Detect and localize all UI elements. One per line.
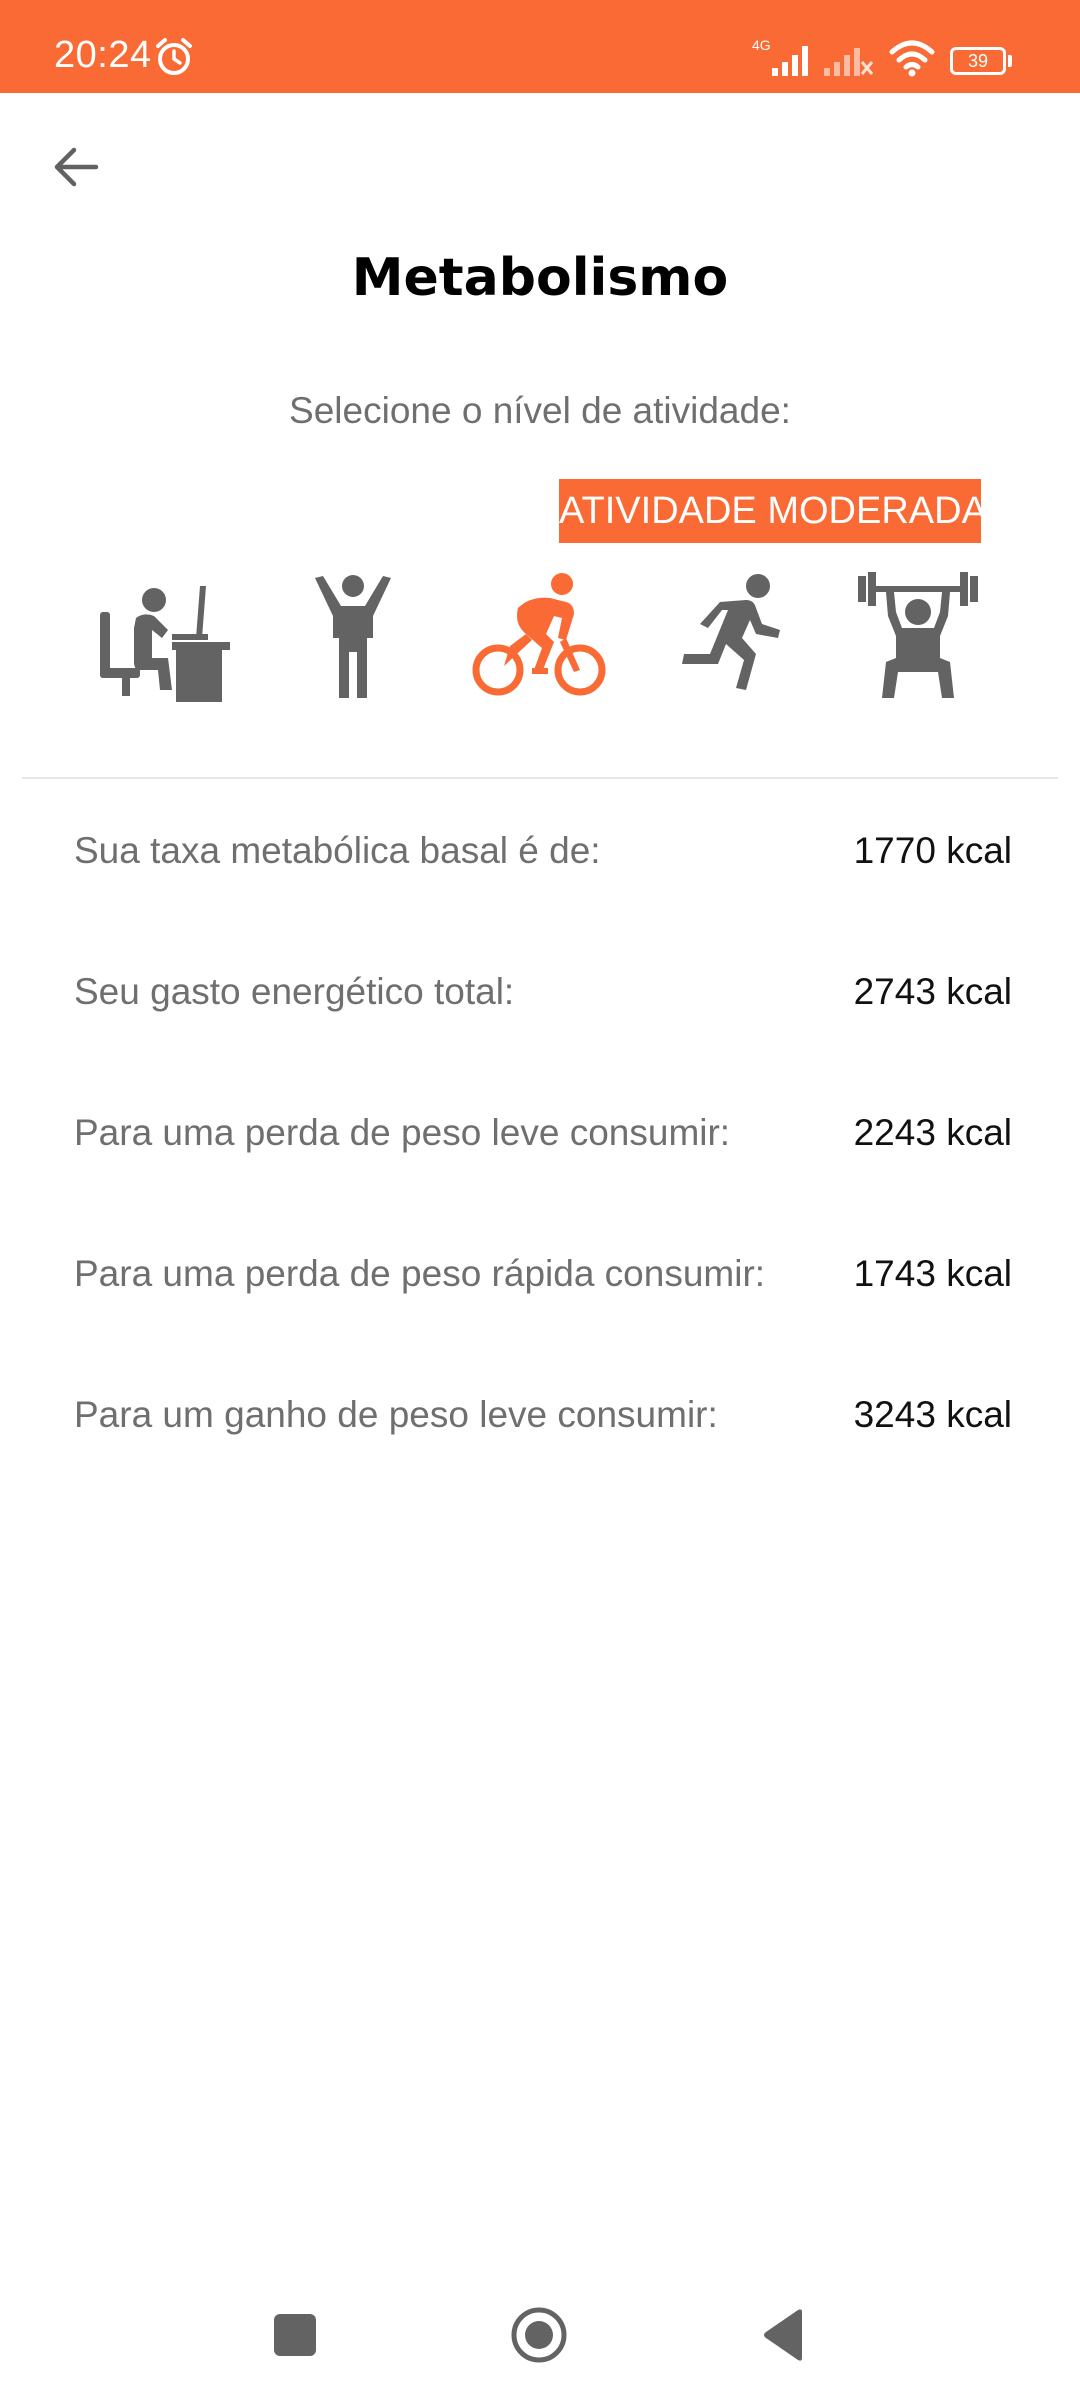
result-row-bmr: Sua taxa metabólica basal é de: 1770 kca…: [0, 830, 1080, 890]
result-label: Para um ganho de peso leve consumir:: [74, 1394, 718, 1435]
home-circle-icon[interactable]: [510, 2306, 568, 2364]
result-label: Sua taxa metabólica basal é de:: [74, 830, 601, 871]
page-title: Metabolismo: [351, 248, 729, 308]
runner-icon[interactable]: [662, 572, 802, 702]
result-value: 2243 kcal: [853, 1112, 1012, 1153]
battery-level: 39: [950, 47, 1006, 75]
result-label: Para uma perda de peso leve consumir:: [74, 1112, 731, 1153]
wifi-icon: [889, 40, 935, 77]
network-label: 4G: [752, 38, 771, 53]
metabolism-screen: 20:24 4G 39 Metabolismo Selecione o níve…: [0, 0, 1080, 2400]
system-nav-bar: [0, 2290, 1080, 2380]
result-label: Para uma perda de peso rápida consumir:: [74, 1253, 766, 1294]
result-row-total-expenditure: Seu gasto energético total: 2743 kcal: [0, 971, 1080, 1031]
result-value: 3243 kcal: [853, 1394, 1012, 1435]
result-row-light-gain: Para um ganho de peso leve consumir: 324…: [0, 1394, 1080, 1454]
battery-icon: 39: [950, 47, 1012, 75]
result-label: Seu gasto energético total:: [74, 971, 515, 1012]
result-value: 2743 kcal: [853, 971, 1012, 1012]
battery-tip: [1008, 55, 1012, 67]
status-bar: 20:24 4G 39: [0, 0, 1080, 93]
signal-no-service-icon: [824, 48, 874, 76]
activity-prompt: Selecione o nível de atividade:: [289, 390, 791, 431]
result-value: 1770 kcal: [853, 830, 1012, 871]
cyclist-icon[interactable]: [470, 572, 610, 702]
signal-4g-icon: 4G: [752, 38, 808, 76]
alarm-icon: [156, 38, 192, 75]
sedentary-desk-icon[interactable]: [92, 572, 232, 702]
standing-person-icon[interactable]: [283, 572, 423, 702]
weightlifter-icon[interactable]: [848, 572, 988, 702]
selected-activity-label: ATIVIDADE MODERADA: [559, 479, 987, 543]
recents-square-icon[interactable]: [274, 2314, 316, 2356]
activity-level-selector: [0, 572, 1080, 702]
result-row-fast-loss: Para uma perda de peso rápida consumir: …: [0, 1253, 1080, 1313]
result-row-light-loss: Para uma perda de peso leve consumir: 22…: [0, 1112, 1080, 1172]
divider: [22, 777, 1058, 779]
back-triangle-icon[interactable]: [760, 2308, 806, 2362]
status-time: 20:24: [54, 34, 152, 76]
back-button[interactable]: [40, 130, 114, 204]
result-value: 1743 kcal: [853, 1253, 1012, 1294]
